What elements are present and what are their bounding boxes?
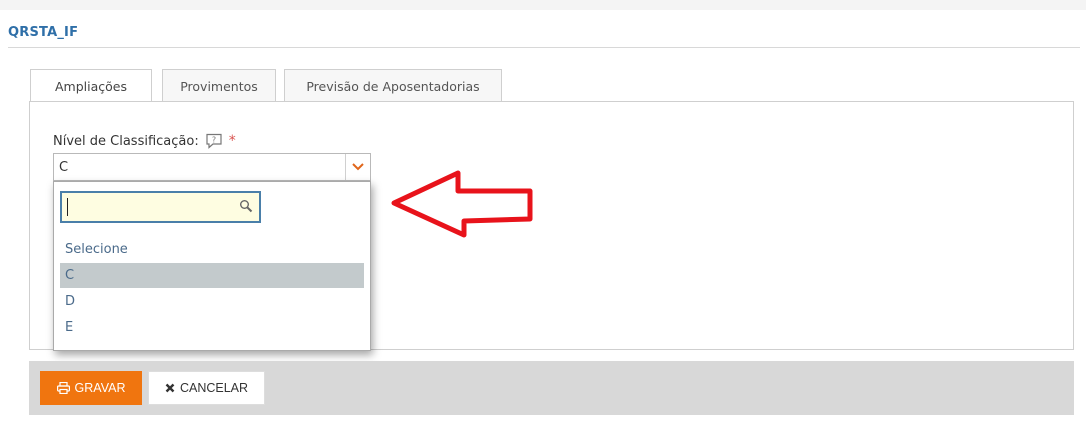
tab-previsao-aposentadorias[interactable]: Previsão de Aposentadorias <box>284 69 502 102</box>
close-icon <box>165 383 175 393</box>
help-speech-icon[interactable]: ? <box>205 133 223 149</box>
dropdown-option-e[interactable]: E <box>60 315 364 340</box>
page-title: QRSTA_IF <box>8 25 79 40</box>
dropdown-search-box[interactable] <box>60 191 261 223</box>
printer-icon <box>56 382 70 394</box>
required-asterisk: * <box>228 133 236 149</box>
svg-text:?: ? <box>212 136 216 145</box>
cancel-button[interactable]: CANCELAR <box>148 371 265 405</box>
select-current-value: C <box>59 160 69 175</box>
field-label-text: Nível de Classificação: <box>53 133 199 149</box>
search-icon <box>239 199 253 218</box>
select-dropdown: Selecione C D E <box>53 181 371 351</box>
save-button-label: GRAVAR <box>74 381 126 395</box>
annotation-arrow-icon <box>391 170 533 238</box>
top-strip <box>0 0 1086 10</box>
dropdown-option-c[interactable]: C <box>60 263 364 288</box>
dropdown-option-selecione[interactable]: Selecione <box>60 237 364 262</box>
dropdown-option-d[interactable]: D <box>60 289 364 314</box>
chevron-down-icon[interactable] <box>345 154 370 180</box>
save-button[interactable]: GRAVAR <box>40 371 142 405</box>
cancel-button-label: CANCELAR <box>179 381 249 395</box>
tab-provimentos[interactable]: Provimentos <box>162 69 276 102</box>
dropdown-search-input[interactable] <box>64 195 234 219</box>
title-divider <box>8 47 1080 48</box>
field-label-nivel: Nível de Classificação: ? * <box>53 133 236 149</box>
nivel-classificacao-select[interactable]: C <box>53 153 371 181</box>
text-caret <box>67 198 68 216</box>
tab-ampliacoes[interactable]: Ampliações <box>30 69 152 103</box>
